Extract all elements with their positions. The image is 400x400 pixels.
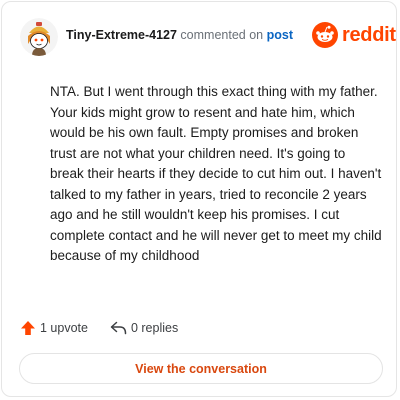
upvote-button[interactable]: 1 upvote bbox=[20, 320, 88, 336]
reddit-snoo-icon bbox=[312, 22, 338, 48]
user-avatar[interactable] bbox=[20, 18, 58, 56]
reply-arrow-icon bbox=[110, 321, 127, 335]
upvote-arrow-icon bbox=[21, 321, 35, 335]
comment-body: NTA. But I went through this exact thing… bbox=[50, 84, 382, 263]
snoo-avatar-icon bbox=[20, 18, 58, 56]
username[interactable]: Tiny-Extreme-4127 bbox=[66, 28, 177, 42]
replies-count: 0 replies bbox=[130, 321, 179, 335]
replies-button[interactable]: 0 replies bbox=[110, 321, 178, 335]
action-text: commented on bbox=[180, 28, 264, 42]
comment-card: Tiny-Extreme-4127 commented on post redd… bbox=[1, 1, 397, 397]
view-conversation-button[interactable]: View the conversation bbox=[19, 353, 383, 384]
comment-actions: 1 upvote 0 replies bbox=[20, 320, 178, 336]
reddit-wordmark: reddit bbox=[342, 24, 396, 46]
comment-author-line: Tiny-Extreme-4127 commented on post bbox=[66, 28, 293, 42]
post-link[interactable]: post bbox=[267, 28, 293, 42]
upvote-count: 1 upvote bbox=[40, 321, 88, 335]
reddit-logo[interactable]: reddit bbox=[312, 22, 396, 48]
